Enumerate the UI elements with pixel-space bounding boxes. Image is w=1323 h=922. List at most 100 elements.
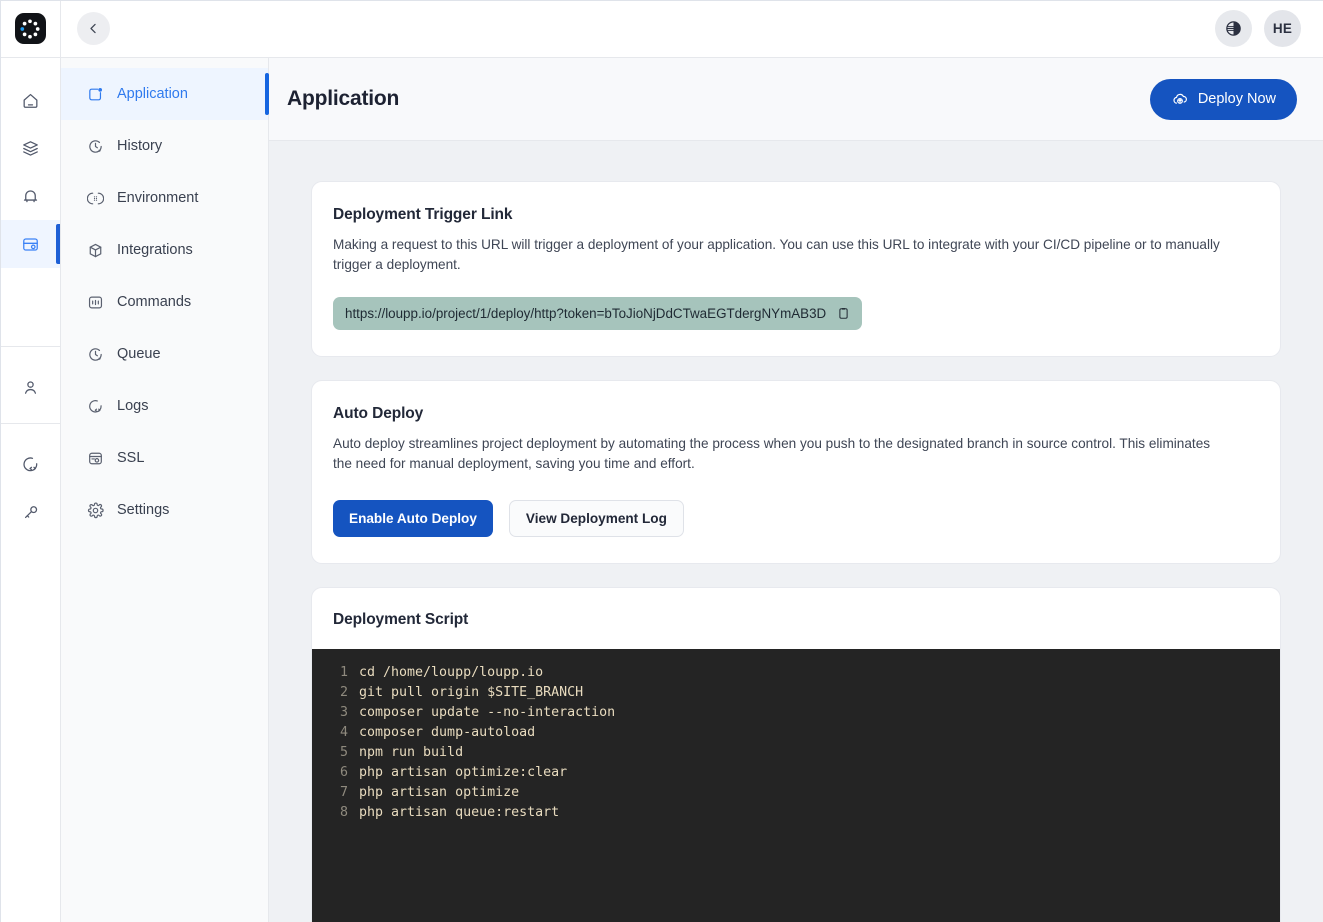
logo-container[interactable] — [0, 0, 60, 58]
contrast-circle-icon — [1226, 21, 1241, 36]
line-text: php artisan optimize — [359, 785, 520, 800]
avatar-initials: HE — [1272, 21, 1293, 36]
topbar-actions: HE — [1215, 10, 1301, 47]
line-text: composer update --no-interaction — [359, 705, 616, 720]
code-line: 5 npm run build — [312, 743, 1280, 763]
theme-toggle-button[interactable] — [1215, 10, 1252, 47]
sidebar-item-label: Logs — [117, 398, 149, 414]
terminal-icon — [87, 294, 104, 311]
deploy-now-button[interactable]: Deploy Now — [1149, 78, 1297, 120]
sidebar-item-integrations[interactable]: Integrations — [61, 224, 268, 276]
gear-icon — [87, 502, 104, 519]
rail-item-servers[interactable] — [0, 124, 60, 172]
main-content: Application Deploy Now Deployment Trigge… — [269, 58, 1323, 922]
code-bracket-icon — [22, 456, 37, 471]
line-number: 5 — [339, 745, 348, 760]
deploy-now-label: Deploy Now — [1197, 91, 1276, 107]
card-description: Making a request to this URL will trigge… — [333, 237, 1220, 272]
chevron-left-icon — [90, 23, 96, 34]
sidebar-item-history[interactable]: History — [61, 120, 268, 172]
rail-tools-group — [0, 423, 60, 536]
project-sidebar: Application History Environment Integrat… — [61, 58, 269, 922]
line-number: 3 — [339, 705, 348, 720]
sidebar-item-logs[interactable]: Logs — [61, 380, 268, 432]
cube-icon — [87, 242, 104, 259]
sidebar-item-label: Commands — [117, 294, 192, 310]
sidebar-item-label: Environment — [117, 190, 199, 206]
sidebar-item-queue[interactable]: Queue — [61, 328, 268, 380]
content-scroll-area[interactable]: Deployment Trigger Link Making a request… — [269, 141, 1323, 922]
clock-history-icon — [87, 138, 104, 155]
cloud-deploy-icon — [1171, 90, 1189, 108]
page-title: Application — [287, 87, 400, 110]
line-number: 2 — [339, 685, 348, 700]
sidebar-item-commands[interactable]: Commands — [61, 276, 268, 328]
rail-item-api[interactable] — [0, 440, 60, 488]
deployment-url-text: https://loupp.io/project/1/deploy/http?t… — [345, 306, 827, 321]
enable-auto-deploy-button[interactable]: Enable Auto Deploy — [333, 500, 493, 537]
code-line: 4 composer dump-autoload — [312, 723, 1280, 743]
card-title: Auto Deploy — [333, 405, 424, 422]
rail-item-home[interactable] — [0, 76, 60, 124]
code-line: 3 composer update --no-interaction — [312, 703, 1280, 723]
sidebar-item-settings[interactable]: Settings — [61, 484, 268, 536]
application-icon — [87, 86, 104, 103]
logs-icon — [87, 398, 104, 415]
icon-rail — [0, 0, 61, 922]
sidebar-item-label: Application — [117, 86, 188, 102]
view-deployment-log-button[interactable]: View Deployment Log — [508, 500, 684, 537]
sidebar-item-label: Queue — [117, 346, 161, 362]
deployment-script-code[interactable]: 1 cd /home/loupp/loupp.io 2 git pull ori… — [312, 649, 1280, 922]
clock-history-icon — [87, 346, 104, 363]
sidebar-item-ssl[interactable]: SSL — [61, 432, 268, 484]
rail-item-keys[interactable] — [0, 488, 60, 536]
line-text: git pull origin $SITE_BRANCH — [359, 685, 584, 700]
sidebar-item-label: History — [117, 138, 163, 154]
line-number: 8 — [339, 805, 348, 820]
topbar: HE — [61, 0, 1323, 58]
line-number: 7 — [339, 785, 348, 800]
sidebar-item-label: SSL — [117, 450, 145, 466]
stack-icon — [22, 140, 38, 156]
body: Application History Environment Integrat… — [61, 58, 1323, 922]
user-icon — [24, 380, 36, 394]
line-number: 4 — [339, 725, 348, 740]
code-line: 1 cd /home/loupp/loupp.io — [312, 663, 1280, 683]
rail-spacer — [0, 268, 60, 334]
deployment-script-card: Deployment Script 1 cd /home/loupp/loupp… — [311, 587, 1281, 922]
sidebar-collapse-button[interactable] — [77, 12, 110, 45]
sidebar-item-application[interactable]: Application — [61, 68, 269, 120]
page-header: Application Deploy Now — [269, 58, 1323, 141]
card-title: Deployment Trigger Link — [333, 206, 513, 223]
key-icon — [24, 505, 37, 518]
rail-item-monitoring[interactable] — [0, 172, 60, 220]
auto-deploy-card: Auto Deploy Auto deploy streamlines proj… — [311, 380, 1281, 564]
sidebar-item-label: Integrations — [117, 242, 193, 258]
loupp-logo — [14, 13, 46, 44]
line-number: 6 — [339, 765, 348, 780]
code-line: 7 php artisan optimize — [312, 783, 1280, 803]
rail-account-group — [0, 346, 60, 411]
clipboard-copy-icon[interactable] — [836, 306, 851, 321]
line-text: npm run build — [359, 745, 464, 760]
deployment-trigger-card: Deployment Trigger Link Making a request… — [311, 181, 1281, 357]
line-text: cd /home/loupp/loupp.io — [359, 665, 544, 680]
card-title: Deployment Script — [333, 611, 469, 628]
right-column: HE Application History Environment Integ… — [61, 0, 1323, 922]
logo-dots-icon — [20, 18, 40, 39]
deployment-url-pill[interactable]: https://loupp.io/project/1/deploy/http?t… — [333, 297, 863, 330]
code-line: 8 php artisan queue:restart — [312, 803, 1280, 823]
code-line: 6 php artisan optimize:clear — [312, 763, 1280, 783]
environment-icon — [87, 190, 104, 207]
app-root: HE Application History Environment Integ… — [0, 0, 1323, 922]
sidebar-item-environment[interactable]: Environment — [61, 172, 268, 224]
avatar[interactable]: HE — [1264, 10, 1301, 47]
ssl-lock-icon — [87, 450, 104, 467]
rail-primary-group — [0, 58, 60, 268]
server-rack-icon — [22, 237, 38, 251]
sidebar-item-label: Settings — [117, 502, 170, 518]
line-text: php artisan queue:restart — [359, 805, 560, 820]
rail-item-projects[interactable] — [0, 220, 60, 268]
rail-item-account[interactable] — [0, 363, 60, 411]
bell-icon — [23, 189, 37, 202]
